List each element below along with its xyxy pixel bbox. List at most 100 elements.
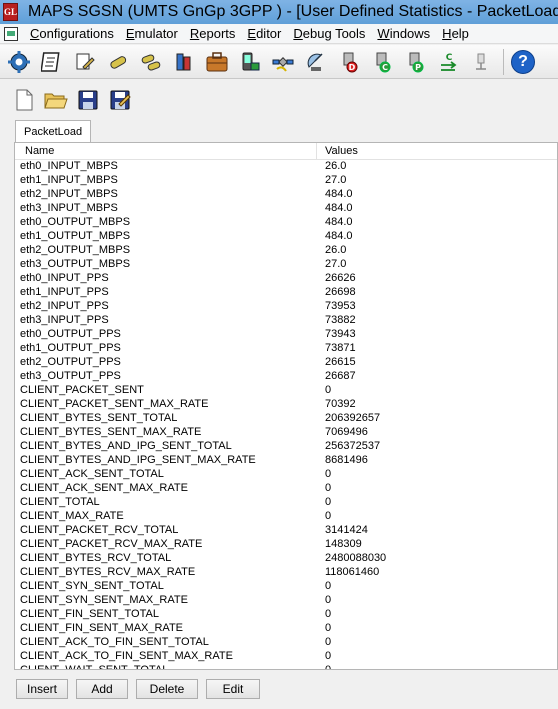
table-row[interactable]: eth1_OUTPUT_PPS 73871 (15, 342, 557, 356)
table-row[interactable]: eth3_OUTPUT_PPS 26687 (15, 370, 557, 384)
table-row[interactable]: eth2_INPUT_MBPS 484.0 (15, 188, 557, 202)
table-row[interactable]: eth3_OUTPUT_MBPS 27.0 (15, 258, 557, 272)
table-row[interactable]: eth1_OUTPUT_MBPS 484.0 (15, 230, 557, 244)
stat-value: 27.0 (325, 174, 347, 186)
table-row[interactable]: CLIENT_BYTES_SENT_MAX_RATE 7069496 (15, 426, 557, 440)
column-header-values[interactable]: Values (317, 143, 358, 159)
table-row[interactable]: eth0_INPUT_MBPS 26.0 (15, 160, 557, 174)
table-row[interactable]: CLIENT_SYN_SENT_MAX_RATE 0 (15, 594, 557, 608)
table-row[interactable]: eth2_OUTPUT_MBPS 26.0 (15, 244, 557, 258)
table-row[interactable]: eth3_INPUT_PPS 73882 (15, 314, 557, 328)
stat-name: CLIENT_FIN_SENT_TOTAL (20, 608, 159, 620)
stat-value: 73953 (325, 300, 356, 312)
device-c-icon[interactable]: C (367, 47, 397, 77)
column-header-name[interactable]: Name (15, 143, 317, 159)
document-icon[interactable] (4, 26, 18, 41)
table-row[interactable]: CLIENT_PACKET_SENT_MAX_RATE 70392 (15, 398, 557, 412)
stat-value: 3141424 (325, 524, 368, 536)
table-row[interactable]: eth0_OUTPUT_MBPS 484.0 (15, 216, 557, 230)
table-row[interactable]: CLIENT_MAX_RATE 0 (15, 510, 557, 524)
table-row[interactable]: eth0_OUTPUT_PPS 73943 (15, 328, 557, 342)
stat-name: eth3_OUTPUT_MBPS (20, 258, 131, 270)
menu-mnemonic: C (30, 26, 40, 41)
satellite-icon[interactable] (268, 47, 298, 77)
delete-button[interactable]: Delete (136, 679, 198, 699)
table-row[interactable]: CLIENT_WAIT_SENT_TOTAL 0 (15, 664, 557, 669)
table-row[interactable]: CLIENT_PACKET_SENT 0 (15, 384, 557, 398)
tab-packetload[interactable]: PacketLoad (15, 120, 92, 142)
table-row[interactable]: CLIENT_BYTES_SENT_TOTAL 206392657 (15, 412, 557, 426)
stat-name: CLIENT_PACKET_RCV_MAX_RATE (20, 538, 203, 550)
table-row[interactable]: eth1_INPUT_PPS 26698 (15, 286, 557, 300)
stat-value: 8681496 (325, 454, 368, 466)
save-icon[interactable] (76, 88, 100, 112)
stat-value: 148309 (325, 538, 362, 550)
menu-editor[interactable]: Editor (241, 26, 287, 41)
stat-name: CLIENT_PACKET_RCV_TOTAL (20, 524, 179, 536)
table-row[interactable]: CLIENT_ACK_SENT_MAX_RATE 0 (15, 482, 557, 496)
capsule-icon[interactable] (103, 47, 133, 77)
stat-value: 2480088030 (325, 552, 387, 564)
main-toolbar: D C P C ? (0, 45, 558, 79)
edit-button[interactable]: Edit (206, 679, 260, 699)
table-header: Name Values (15, 143, 557, 160)
table-row[interactable]: eth0_INPUT_PPS 26626 (15, 272, 557, 286)
open-folder-icon[interactable] (44, 88, 68, 112)
stat-value: 118061460 (325, 566, 380, 578)
notebook-icon[interactable] (37, 47, 67, 77)
stat-value: 26698 (325, 286, 356, 298)
table-row[interactable]: CLIENT_ACK_TO_FIN_SENT_MAX_RATE 0 (15, 650, 557, 664)
stat-name: CLIENT_SYN_SENT_TOTAL (20, 580, 164, 592)
satellite-dish-icon[interactable] (301, 47, 331, 77)
menu-label: elp (451, 26, 469, 41)
table-row[interactable]: CLIENT_BYTES_AND_IPG_SENT_TOTAL 256372537 (15, 440, 557, 454)
table-row[interactable]: CLIENT_FIN_SENT_TOTAL 0 (15, 608, 557, 622)
gear-icon[interactable] (4, 47, 34, 77)
table-row[interactable]: CLIENT_TOTAL 0 (15, 496, 557, 510)
insert-button[interactable]: Insert (16, 679, 68, 699)
stat-name: CLIENT_BYTES_SENT_TOTAL (20, 412, 178, 424)
switch-c-icon[interactable]: C (433, 47, 463, 77)
database-icon[interactable] (169, 47, 199, 77)
script-edit-icon[interactable] (70, 47, 100, 77)
stat-name: CLIENT_BYTES_RCV_MAX_RATE (20, 566, 196, 578)
device-d-icon[interactable]: D (334, 47, 364, 77)
table-row[interactable]: eth2_INPUT_PPS 73953 (15, 300, 557, 314)
table-row[interactable]: CLIENT_BYTES_RCV_MAX_RATE 118061460 (15, 566, 557, 580)
svg-text:P: P (415, 63, 421, 72)
stat-name: CLIENT_BYTES_SENT_MAX_RATE (20, 426, 202, 438)
briefcase-icon[interactable] (202, 47, 232, 77)
table-row[interactable]: CLIENT_PACKET_RCV_MAX_RATE 148309 (15, 538, 557, 552)
stat-name: eth2_OUTPUT_MBPS (20, 244, 131, 256)
stat-name: CLIENT_ACK_SENT_MAX_RATE (20, 482, 188, 494)
menu-emulator[interactable]: Emulator (120, 26, 184, 41)
menu-debug-tools[interactable]: Debug Tools (287, 26, 371, 41)
stat-value: 0 (325, 636, 332, 648)
table-row[interactable]: CLIENT_ACK_TO_FIN_SENT_TOTAL 0 (15, 636, 557, 650)
table-row[interactable]: CLIENT_SYN_SENT_TOTAL 0 (15, 580, 557, 594)
menu-windows[interactable]: Windows (371, 26, 436, 41)
help-button[interactable]: ? (508, 47, 538, 77)
pills-icon[interactable] (136, 47, 166, 77)
menu-configurations[interactable]: Configurations (24, 26, 120, 41)
menu-help[interactable]: Help (436, 26, 475, 41)
table-row[interactable]: CLIENT_BYTES_AND_IPG_SENT_MAX_RATE 868149… (15, 454, 557, 468)
table-row[interactable]: CLIENT_ACK_SENT_TOTAL 0 (15, 468, 557, 482)
stat-value: 73871 (325, 342, 356, 354)
table-row[interactable]: eth2_OUTPUT_PPS 26615 (15, 356, 557, 370)
menu-reports[interactable]: Reports (184, 26, 242, 41)
add-button[interactable]: Add (76, 679, 128, 699)
stat-value: 26615 (325, 356, 356, 368)
table-row[interactable]: eth3_INPUT_MBPS 484.0 (15, 202, 557, 216)
stat-name: CLIENT_PACKET_SENT_MAX_RATE (20, 398, 209, 410)
table-row[interactable]: eth1_INPUT_MBPS 27.0 (15, 174, 557, 188)
save-as-icon[interactable] (108, 88, 132, 112)
table-row[interactable]: CLIENT_BYTES_RCV_TOTAL 2480088030 (15, 552, 557, 566)
device-p-icon[interactable]: P (400, 47, 430, 77)
stat-value: 0 (325, 580, 332, 592)
usb-icon[interactable] (466, 47, 496, 77)
table-row[interactable]: CLIENT_PACKET_RCV_TOTAL 3141424 (15, 524, 557, 538)
phone-lock-icon[interactable] (235, 47, 265, 77)
table-row[interactable]: CLIENT_FIN_SENT_MAX_RATE 0 (15, 622, 557, 636)
new-file-icon[interactable] (12, 88, 36, 112)
